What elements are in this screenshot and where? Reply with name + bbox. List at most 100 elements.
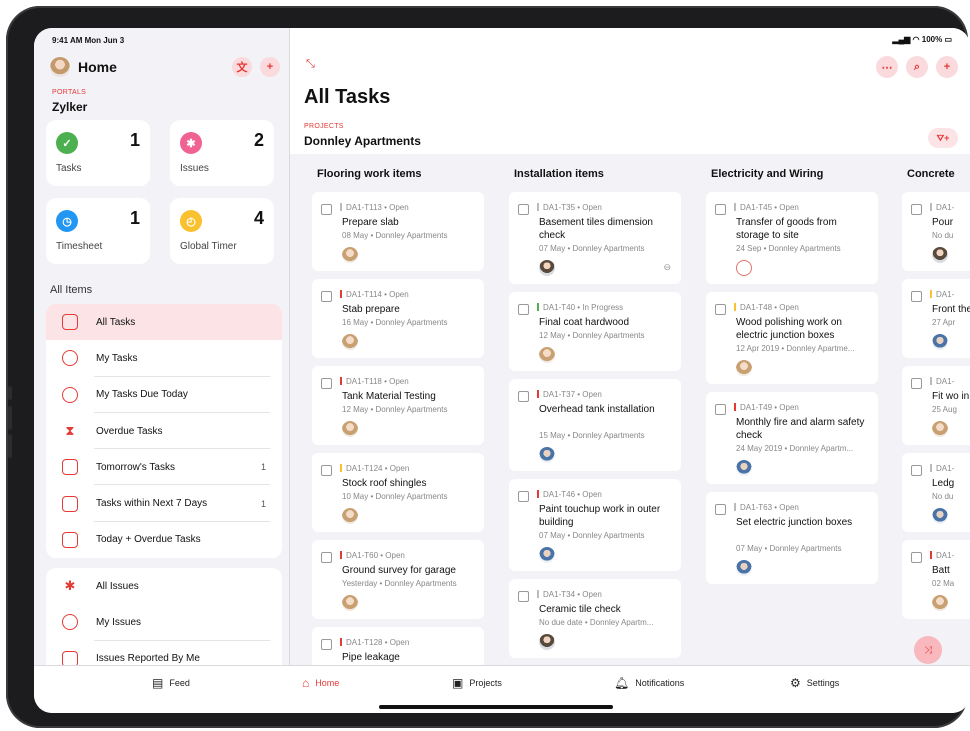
menu-item-my-tasks-due-today[interactable]: My Tasks Due Today — [46, 377, 282, 413]
filter-icon[interactable]: ⛛+ — [928, 128, 958, 148]
priority-marker — [930, 551, 932, 559]
task-checkbox[interactable] — [518, 391, 529, 402]
task-card[interactable]: DA1-T128 • Open Pipe leakage — [312, 627, 484, 665]
assignee-avatar[interactable] — [342, 508, 358, 524]
task-card[interactable]: DA1-T45 • Open Transfer of goods from sto… — [706, 192, 878, 284]
task-card[interactable]: DA1-T40 • In Progress Final coat hardwood… — [509, 292, 681, 371]
task-card[interactable]: DA1-T63 • Open Set electric junction boxe… — [706, 492, 878, 584]
assignee-avatar[interactable] — [342, 334, 358, 350]
task-id: DA1- — [936, 377, 955, 386]
task-checkbox[interactable] — [715, 404, 726, 415]
task-card[interactable]: DA1-T37 • Open Overhead tank installation… — [509, 379, 681, 471]
translate-icon[interactable]: 文 — [232, 57, 252, 77]
task-card[interactable]: DA1-T113 • Open Prepare slab 08 May • Donn… — [312, 192, 484, 271]
assignee-avatar[interactable] — [736, 560, 752, 576]
collapse-icon[interactable]: ⤨ — [914, 636, 942, 664]
task-card[interactable]: DA1- Ledg No du — [902, 453, 970, 532]
task-meta: DA1-T34 • Open — [537, 590, 602, 599]
tile-global-timer[interactable]: ◴ 4 Global Timer — [170, 198, 274, 264]
user-avatar[interactable] — [50, 57, 70, 77]
assignee-avatar[interactable] — [932, 595, 948, 611]
assignee-avatar[interactable] — [539, 260, 555, 276]
assignee-avatar[interactable] — [932, 508, 948, 524]
task-checkbox[interactable] — [321, 378, 332, 389]
task-status: Open — [582, 490, 602, 499]
subtask-icon[interactable]: ⊖ — [663, 262, 671, 273]
task-card[interactable]: DA1-T35 • Open Basement tiles dimension c… — [509, 192, 681, 284]
menu-item-today-overdue[interactable]: Today + Overdue Tasks — [46, 522, 282, 558]
search-icon[interactable]: ⌕ — [906, 56, 928, 78]
main-header: ▂▄▆ ◠ 100% ▭ ⤡ ⋯ ⌕ + All Tasks PROJECTS … — [290, 28, 970, 154]
add-icon[interactable]: + — [936, 56, 958, 78]
tab-settings[interactable]: ⚙ Settings — [790, 676, 839, 690]
task-card[interactable]: DA1-T34 • Open Ceramic tile check No due d… — [509, 579, 681, 658]
assignee-avatar[interactable] — [539, 634, 555, 650]
menu-item-my-issues[interactable]: My Issues — [46, 604, 282, 641]
task-checkbox[interactable] — [321, 639, 332, 650]
assignee-avatar[interactable] — [539, 547, 555, 563]
task-checkbox[interactable] — [518, 491, 529, 502]
assignee-avatar[interactable] — [932, 334, 948, 350]
assignee-avatar[interactable] — [932, 421, 948, 437]
task-card[interactable]: DA1-T49 • Open Monthly fire and alarm saf… — [706, 392, 878, 484]
assignee-avatar[interactable] — [342, 247, 358, 263]
task-id: DA1-T114 — [346, 290, 382, 299]
task-checkbox[interactable] — [911, 204, 922, 215]
menu-item-next-7-days[interactable]: Tasks within Next 7 Days 1 — [46, 485, 282, 522]
tab-home[interactable]: ⌂ Home — [302, 676, 339, 690]
menu-item-all-tasks[interactable]: All Tasks — [46, 304, 282, 341]
task-subtitle: 08 May • Donnley Apartments — [342, 231, 448, 240]
task-card[interactable]: DA1-T118 • Open Tank Material Testing 12 M… — [312, 366, 484, 445]
assignee-avatar[interactable] — [736, 360, 752, 376]
task-card[interactable]: DA1-T46 • Open Paint touchup work in oute… — [509, 479, 681, 571]
task-checkbox[interactable] — [911, 378, 922, 389]
task-checkbox[interactable] — [518, 591, 529, 602]
tile-timesheet[interactable]: ◷ 1 Timesheet — [46, 198, 150, 264]
assignee-avatar[interactable] — [736, 260, 752, 276]
task-checkbox[interactable] — [715, 304, 726, 315]
task-checkbox[interactable] — [518, 304, 529, 315]
task-checkbox[interactable] — [911, 552, 922, 563]
task-card[interactable]: DA1- Front the cl 27 Apr — [902, 279, 970, 358]
task-checkbox[interactable] — [715, 204, 726, 215]
task-checkbox[interactable] — [321, 291, 332, 302]
task-subtitle: 12 Apr 2019 • Donnley Apartme... — [736, 344, 855, 353]
task-card[interactable]: DA1-T60 • Open Ground survey for garage Ye… — [312, 540, 484, 619]
more-icon[interactable]: ⋯ — [876, 56, 898, 78]
tab-notifications[interactable]: 🔔︎ Notifications — [614, 676, 684, 690]
task-card[interactable]: DA1- Pour No du — [902, 192, 970, 271]
menu-item-my-tasks[interactable]: My Tasks — [46, 340, 282, 377]
menu-item-all-issues[interactable]: ✱ All Issues — [46, 568, 282, 604]
menu-item-issues-reported-by-me[interactable]: Issues Reported By Me — [46, 641, 282, 665]
menu-item-count: 1 — [260, 462, 266, 473]
expand-icon[interactable]: ⤡ — [306, 58, 315, 71]
task-checkbox[interactable] — [321, 465, 332, 476]
task-meta: DA1- — [930, 464, 954, 473]
task-card[interactable]: DA1-T124 • Open Stock roof shingles 10 May… — [312, 453, 484, 532]
assignee-avatar[interactable] — [932, 247, 948, 263]
assignee-avatar[interactable] — [539, 447, 555, 463]
assignee-avatar[interactable] — [342, 421, 358, 437]
add-icon[interactable]: + — [260, 57, 280, 77]
tab-feed[interactable]: ▤ Feed — [152, 676, 190, 690]
tile-issues[interactable]: ✱ 2 Issues — [170, 120, 274, 186]
task-card[interactable]: DA1- Batt 02 Ma — [902, 540, 970, 619]
menu-item-tomorrows-tasks[interactable]: Tomorrow's Tasks 1 — [46, 449, 282, 486]
task-card[interactable]: DA1-T48 • Open Wood polishing work on ele… — [706, 292, 878, 384]
task-checkbox[interactable] — [321, 204, 332, 215]
task-checkbox[interactable] — [911, 291, 922, 302]
project-name[interactable]: Donnley Apartments — [304, 134, 421, 148]
assignee-avatar[interactable] — [539, 347, 555, 363]
task-checkbox[interactable] — [911, 465, 922, 476]
menu-item-overdue-tasks[interactable]: ⧗ Overdue Tasks — [46, 413, 282, 450]
tile-tasks[interactable]: ✓ 1 Tasks — [46, 120, 150, 186]
tab-projects[interactable]: ▣ Projects — [452, 676, 502, 690]
task-card[interactable]: DA1-T114 • Open Stab prepare 16 May • Donn… — [312, 279, 484, 358]
task-checkbox[interactable] — [715, 504, 726, 515]
assignee-avatar[interactable] — [342, 595, 358, 611]
task-checkbox[interactable] — [518, 204, 529, 215]
task-checkbox[interactable] — [321, 552, 332, 563]
portal-name[interactable]: Zylker — [52, 100, 87, 114]
assignee-avatar[interactable] — [736, 460, 752, 476]
task-card[interactable]: DA1- Fit wo in lotu 25 Aug — [902, 366, 970, 445]
